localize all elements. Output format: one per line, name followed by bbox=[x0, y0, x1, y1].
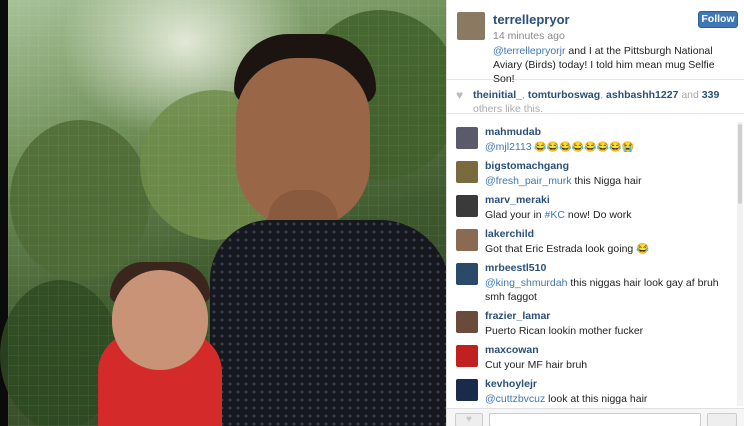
comment-username[interactable]: marv_meraki bbox=[485, 194, 550, 206]
post-side-panel: terrellepryor 14 minutes ago Follow @ter… bbox=[446, 0, 744, 426]
comment-username[interactable]: kevhoylejr bbox=[485, 378, 537, 390]
avatar[interactable] bbox=[456, 263, 478, 285]
comment-item: bigstomachgang @fresh_pair_murk this Nig… bbox=[447, 156, 737, 190]
post-timestamp: 14 minutes ago bbox=[493, 30, 565, 42]
avatar[interactable] bbox=[456, 345, 478, 367]
avatar[interactable] bbox=[456, 311, 478, 333]
comment-body: Glad your in bbox=[485, 209, 545, 221]
post-header: terrellepryor 14 minutes ago Follow @ter… bbox=[447, 0, 744, 85]
post-username[interactable]: terrellepryor bbox=[493, 12, 570, 27]
avatar[interactable] bbox=[456, 229, 478, 251]
avatar[interactable] bbox=[457, 12, 485, 40]
comment-text: @mjl2113 😂😂😂😂😂😂😂😭 bbox=[485, 140, 733, 155]
comment-mention[interactable]: @fresh_pair_murk bbox=[485, 175, 572, 187]
comment-username[interactable]: mrbeestl510 bbox=[485, 262, 546, 274]
caption-mention[interactable]: @terrellepryorjr bbox=[493, 45, 566, 57]
comment-body: this Nigga hair bbox=[571, 175, 642, 187]
comment-username[interactable]: frazier_lamar bbox=[485, 310, 550, 322]
liker-3[interactable]: ashbashh1227 bbox=[606, 89, 678, 101]
comment-text: Glad your in #KC now! Do work bbox=[485, 208, 733, 222]
post-photo[interactable] bbox=[0, 0, 446, 426]
likes-connector: and bbox=[678, 89, 702, 101]
comment-body: look at this nigga hair bbox=[545, 393, 648, 405]
comment-item: marv_meraki Glad your in #KC now! Do wor… bbox=[447, 190, 737, 224]
comment-body: 😂😂😂😂😂😂😂😭 bbox=[531, 142, 635, 153]
comment-text: @cuttzbvcuz look at this nigga hair bbox=[485, 392, 733, 406]
liker-2[interactable]: tomturboswag bbox=[528, 89, 600, 101]
comments-scrollbar[interactable] bbox=[737, 122, 743, 406]
liker-1[interactable]: theinitial_ bbox=[473, 89, 522, 101]
likes-summary: ♥ theinitial_, tomturboswag, ashbashh122… bbox=[447, 80, 744, 116]
comment-hashtag[interactable]: #KC bbox=[545, 209, 565, 221]
comment-item: frazier_lamar Puerto Rican lookin mother… bbox=[447, 306, 737, 340]
comment-item: mrbeestl510 @king_shmurdah this niggas h… bbox=[447, 258, 737, 306]
likes-text: theinitial_, tomturboswag, ashbashh1227 … bbox=[473, 88, 738, 116]
comment-text: Puerto Rican lookin mother fucker bbox=[485, 325, 644, 337]
follow-button[interactable]: Follow bbox=[698, 11, 738, 28]
likes-suffix: others like this. bbox=[473, 103, 544, 115]
likes-count[interactable]: 339 bbox=[702, 89, 720, 101]
comment-input[interactable] bbox=[489, 413, 701, 426]
like-button[interactable]: ♥ bbox=[455, 413, 483, 426]
comment-item: kevhoylejr @cuttzbvcuz look at this nigg… bbox=[447, 374, 737, 408]
comment-username[interactable]: lakerchild bbox=[485, 228, 534, 240]
comment-mention[interactable]: @king_shmurdah bbox=[485, 277, 567, 289]
comment-username[interactable]: bigstomachgang bbox=[485, 160, 569, 172]
comment-text: Cut your MF hair bruh bbox=[485, 359, 588, 371]
comment-mention[interactable]: @cuttzbvcuz bbox=[485, 393, 545, 405]
avatar[interactable] bbox=[456, 195, 478, 217]
heart-icon: ♥ bbox=[466, 414, 472, 425]
more-options-button[interactable] bbox=[707, 413, 737, 426]
comment-item: mahmudab @mjl2113 😂😂😂😂😂😂😂😭 bbox=[447, 122, 737, 156]
baby-face bbox=[112, 270, 208, 370]
comment-text: Got that Eric Estrada look going 😂 bbox=[485, 243, 650, 255]
comment-item: maxcowan Cut your MF hair bruh bbox=[447, 340, 737, 374]
comment-mention[interactable]: @mjl2113 bbox=[485, 141, 532, 153]
comment-username[interactable]: mahmudab bbox=[485, 126, 541, 138]
man-shirt bbox=[210, 220, 446, 426]
comment-body: now! Do work bbox=[564, 209, 632, 221]
heart-icon: ♥ bbox=[456, 88, 464, 102]
comment-item: lakerchild Got that Eric Estrada look go… bbox=[447, 224, 737, 258]
comment-text: @king_shmurdah this niggas hair look gay… bbox=[485, 276, 733, 304]
comment-bar: ♥ bbox=[447, 408, 744, 426]
scroll-thumb[interactable] bbox=[738, 124, 742, 204]
comment-text: @fresh_pair_murk this Nigga hair bbox=[485, 174, 733, 188]
avatar[interactable] bbox=[456, 379, 478, 401]
avatar[interactable] bbox=[456, 161, 478, 183]
avatar[interactable] bbox=[456, 127, 478, 149]
comment-username[interactable]: maxcowan bbox=[485, 344, 539, 356]
comment-list: mahmudab @mjl2113 😂😂😂😂😂😂😂😭 bigstomachgan… bbox=[447, 122, 737, 408]
